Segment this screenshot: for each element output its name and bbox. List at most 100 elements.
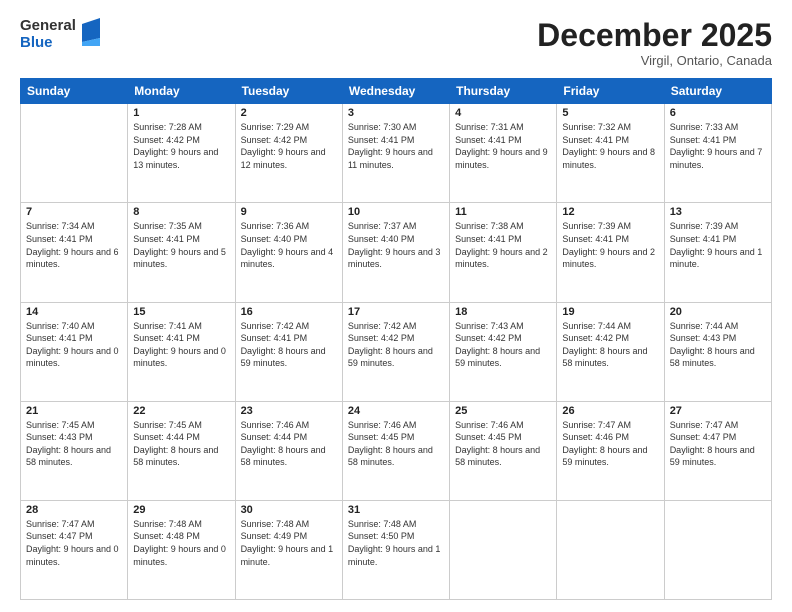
day-cell	[450, 500, 557, 599]
day-number: 23	[241, 405, 337, 417]
day-number: 22	[133, 405, 229, 417]
week-row-2: 7 Sunrise: 7:34 AMSunset: 4:41 PMDaylight…	[21, 203, 772, 302]
day-number: 13	[670, 206, 766, 218]
day-cell: 27 Sunrise: 7:47 AMSunset: 4:47 PMDayligh…	[664, 401, 771, 500]
day-number: 26	[562, 405, 658, 417]
day-cell: 2 Sunrise: 7:29 AMSunset: 4:42 PMDaylight…	[235, 104, 342, 203]
day-info: Sunrise: 7:48 AMSunset: 4:48 PMDaylight:…	[133, 518, 229, 568]
calendar-table: SundayMondayTuesdayWednesdayThursdayFrid…	[20, 78, 772, 600]
logo-blue: Blue	[20, 35, 76, 52]
day-info: Sunrise: 7:40 AMSunset: 4:41 PMDaylight:…	[26, 320, 122, 370]
day-number: 3	[348, 107, 444, 119]
day-cell: 11Sunrise: 7:38 AMSunset: 4:41 PMDayligh…	[450, 203, 557, 302]
day-info: Sunrise: 7:42 AMSunset: 4:41 PMDaylight:…	[241, 320, 337, 370]
day-cell: 1Sunrise: 7:28 AMSunset: 4:42 PMDaylight…	[128, 104, 235, 203]
day-cell: 20Sunrise: 7:44 AMSunset: 4:43 PMDayligh…	[664, 302, 771, 401]
column-header-friday: Friday	[557, 79, 664, 104]
day-cell: 23 Sunrise: 7:46 AMSunset: 4:44 PMDayligh…	[235, 401, 342, 500]
logo-icon	[78, 18, 100, 51]
day-number: 11	[455, 206, 551, 218]
day-number: 17	[348, 306, 444, 318]
title-block: December 2025 Virgil, Ontario, Canada	[537, 18, 772, 68]
logo-general: General	[20, 18, 76, 35]
day-cell: 25 Sunrise: 7:46 AMSunset: 4:45 PMDayligh…	[450, 401, 557, 500]
day-cell: 10Sunrise: 7:37 AMSunset: 4:40 PMDayligh…	[342, 203, 449, 302]
day-info: Sunrise: 7:47 AMSunset: 4:46 PMDaylight:…	[562, 419, 658, 469]
day-info: Sunrise: 7:45 AMSunset: 4:43 PMDaylight:…	[26, 419, 122, 469]
day-info: Sunrise: 7:44 AMSunset: 4:43 PMDaylight:…	[670, 320, 766, 370]
day-number: 28	[26, 504, 122, 516]
day-number: 27	[670, 405, 766, 417]
day-info: Sunrise: 7:33 AMSunset: 4:41 PMDaylight:…	[670, 121, 766, 171]
day-number: 6	[670, 107, 766, 119]
day-cell: 31 Sunrise: 7:48 AMSunset: 4:50 PMDayligh…	[342, 500, 449, 599]
day-number: 8	[133, 206, 229, 218]
day-number: 10	[348, 206, 444, 218]
day-cell: 4 Sunrise: 7:31 AMSunset: 4:41 PMDaylight…	[450, 104, 557, 203]
day-cell: 26 Sunrise: 7:47 AMSunset: 4:46 PMDayligh…	[557, 401, 664, 500]
day-number: 5	[562, 107, 658, 119]
day-number: 31	[348, 504, 444, 516]
day-info: Sunrise: 7:28 AMSunset: 4:42 PMDaylight:…	[133, 121, 229, 171]
day-number: 7	[26, 206, 122, 218]
day-number: 16	[241, 306, 337, 318]
day-info: Sunrise: 7:35 AMSunset: 4:41 PMDaylight:…	[133, 220, 229, 270]
day-info: Sunrise: 7:43 AMSunset: 4:42 PMDaylight:…	[455, 320, 551, 370]
header-row: SundayMondayTuesdayWednesdayThursdayFrid…	[21, 79, 772, 104]
day-cell: 29Sunrise: 7:48 AMSunset: 4:48 PMDayligh…	[128, 500, 235, 599]
day-cell: 18Sunrise: 7:43 AMSunset: 4:42 PMDayligh…	[450, 302, 557, 401]
day-cell: 30Sunrise: 7:48 AMSunset: 4:49 PMDayligh…	[235, 500, 342, 599]
day-info: Sunrise: 7:31 AMSunset: 4:41 PMDaylight:…	[455, 121, 551, 171]
day-cell	[664, 500, 771, 599]
day-cell: 28 Sunrise: 7:47 AMSunset: 4:47 PMDayligh…	[21, 500, 128, 599]
day-cell: 5 Sunrise: 7:32 AMSunset: 4:41 PMDaylight…	[557, 104, 664, 203]
day-info: Sunrise: 7:41 AMSunset: 4:41 PMDaylight:…	[133, 320, 229, 370]
column-header-thursday: Thursday	[450, 79, 557, 104]
day-info: Sunrise: 7:39 AMSunset: 4:41 PMDaylight:…	[562, 220, 658, 270]
day-info: Sunrise: 7:48 AMSunset: 4:50 PMDaylight:…	[348, 518, 444, 568]
day-cell: 15 Sunrise: 7:41 AMSunset: 4:41 PMDayligh…	[128, 302, 235, 401]
week-row-3: 14 Sunrise: 7:40 AMSunset: 4:41 PMDayligh…	[21, 302, 772, 401]
day-info: Sunrise: 7:46 AMSunset: 4:45 PMDaylight:…	[348, 419, 444, 469]
day-info: Sunrise: 7:36 AMSunset: 4:40 PMDaylight:…	[241, 220, 337, 270]
day-info: Sunrise: 7:42 AMSunset: 4:42 PMDaylight:…	[348, 320, 444, 370]
day-info: Sunrise: 7:29 AMSunset: 4:42 PMDaylight:…	[241, 121, 337, 171]
month-title: December 2025	[537, 18, 772, 53]
day-cell: 19Sunrise: 7:44 AMSunset: 4:42 PMDayligh…	[557, 302, 664, 401]
day-cell: 13 Sunrise: 7:39 AMSunset: 4:41 PMDayligh…	[664, 203, 771, 302]
day-cell	[21, 104, 128, 203]
day-info: Sunrise: 7:30 AMSunset: 4:41 PMDaylight:…	[348, 121, 444, 171]
day-number: 25	[455, 405, 551, 417]
day-number: 14	[26, 306, 122, 318]
day-number: 15	[133, 306, 229, 318]
column-header-wednesday: Wednesday	[342, 79, 449, 104]
day-number: 12	[562, 206, 658, 218]
day-info: Sunrise: 7:44 AMSunset: 4:42 PMDaylight:…	[562, 320, 658, 370]
page: General Blue December 2025 Virgil, Ontar…	[0, 0, 792, 612]
day-info: Sunrise: 7:34 AMSunset: 4:41 PMDaylight:…	[26, 220, 122, 270]
day-info: Sunrise: 7:39 AMSunset: 4:41 PMDaylight:…	[670, 220, 766, 270]
location: Virgil, Ontario, Canada	[537, 53, 772, 68]
day-cell: 7 Sunrise: 7:34 AMSunset: 4:41 PMDaylight…	[21, 203, 128, 302]
day-info: Sunrise: 7:47 AMSunset: 4:47 PMDaylight:…	[670, 419, 766, 469]
day-info: Sunrise: 7:47 AMSunset: 4:47 PMDaylight:…	[26, 518, 122, 568]
day-info: Sunrise: 7:48 AMSunset: 4:49 PMDaylight:…	[241, 518, 337, 568]
day-cell: 21 Sunrise: 7:45 AMSunset: 4:43 PMDayligh…	[21, 401, 128, 500]
logo: General Blue	[20, 18, 100, 51]
day-info: Sunrise: 7:46 AMSunset: 4:44 PMDaylight:…	[241, 419, 337, 469]
column-header-monday: Monday	[128, 79, 235, 104]
day-info: Sunrise: 7:32 AMSunset: 4:41 PMDaylight:…	[562, 121, 658, 171]
day-cell: 24Sunrise: 7:46 AMSunset: 4:45 PMDayligh…	[342, 401, 449, 500]
day-number: 4	[455, 107, 551, 119]
day-number: 2	[241, 107, 337, 119]
day-cell: 17 Sunrise: 7:42 AMSunset: 4:42 PMDayligh…	[342, 302, 449, 401]
day-cell: 8 Sunrise: 7:35 AMSunset: 4:41 PMDaylight…	[128, 203, 235, 302]
day-info: Sunrise: 7:46 AMSunset: 4:45 PMDaylight:…	[455, 419, 551, 469]
header: General Blue December 2025 Virgil, Ontar…	[20, 18, 772, 68]
day-number: 9	[241, 206, 337, 218]
logo-text: General Blue	[20, 18, 76, 51]
week-row-5: 28 Sunrise: 7:47 AMSunset: 4:47 PMDayligh…	[21, 500, 772, 599]
day-cell: 16 Sunrise: 7:42 AMSunset: 4:41 PMDayligh…	[235, 302, 342, 401]
column-header-tuesday: Tuesday	[235, 79, 342, 104]
day-number: 21	[26, 405, 122, 417]
